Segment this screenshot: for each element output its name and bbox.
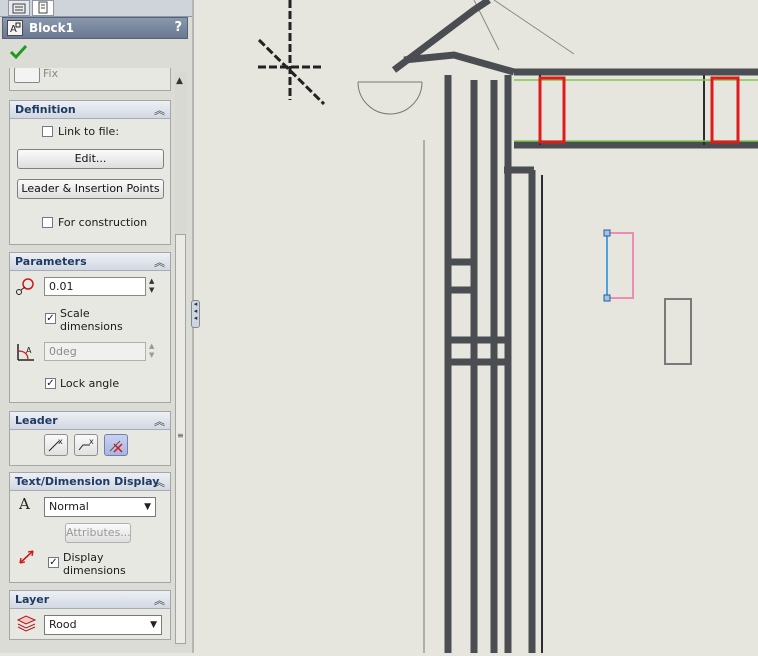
layer-group: Layer ︽ Rood ▼ <box>9 590 171 640</box>
panel-tabs <box>0 0 192 17</box>
edit-button[interactable]: Edit... <box>17 149 164 169</box>
panel-collapse-grip[interactable]: ◂ ◂ ◂ <box>191 300 200 328</box>
star-symbol <box>257 0 326 106</box>
drawing-svg[interactable] <box>194 0 758 653</box>
sketch-handle[interactable] <box>603 294 611 302</box>
for-construction-checkbox[interactable] <box>42 217 53 228</box>
gray-block[interactable] <box>664 298 692 365</box>
panel-scrollbar[interactable]: ▲ ≡ <box>175 72 186 647</box>
scale-icon <box>16 278 34 295</box>
font-style-select[interactable]: Normal ▼ <box>44 497 156 517</box>
leader-style-2-button[interactable]: x <box>74 434 98 456</box>
tab-property-manager[interactable] <box>32 0 54 16</box>
text-display-header[interactable]: Text/Dimension Display ︽ <box>10 473 170 491</box>
scale-dimensions-label: Scale dimensions <box>60 307 123 333</box>
leader-style-1-button[interactable]: x <box>44 434 68 456</box>
layer-select[interactable]: Rood ▼ <box>44 615 162 635</box>
definition-header[interactable]: Definition ︽ <box>10 101 170 119</box>
help-button[interactable]: ? <box>174 20 182 35</box>
definition-title: Definition <box>15 103 76 116</box>
block-icon: A <box>7 20 23 36</box>
angle-icon: A <box>17 344 34 361</box>
chevron-down-icon: ▼ <box>150 620 157 630</box>
link-to-file-label: Link to file: <box>58 125 120 138</box>
dimension-display-icon <box>19 550 34 564</box>
feature-tree-icon <box>12 3 26 14</box>
panel-title: Block1 <box>29 21 74 35</box>
collapse-icon[interactable]: ︽ <box>154 254 165 270</box>
parameters-title: Parameters <box>15 255 87 268</box>
scale-spinner[interactable]: ▲ ▼ <box>149 277 159 296</box>
for-construction-label: For construction <box>58 216 148 229</box>
font-icon: A <box>18 495 30 513</box>
svg-text:A: A <box>18 495 30 513</box>
collapse-icon[interactable]: ︽ <box>154 474 165 490</box>
property-manager-panel: A Block1 ? Fix Definition ︽ Link to file… <box>0 0 193 653</box>
grip-lines-icon: ≡ <box>177 431 184 440</box>
leader-straight-icon: x <box>48 437 63 452</box>
display-dimensions-checkbox[interactable]: ✓ <box>48 557 59 568</box>
leader-title: Leader <box>15 414 58 427</box>
drawing-canvas[interactable] <box>194 0 758 653</box>
leader-bent-icon: x <box>78 437 94 451</box>
leader-header[interactable]: Leader ︽ <box>10 412 170 430</box>
panel-scroll-area: Fix Definition ︽ Link to file: Edit... L… <box>9 68 173 653</box>
parameters-group: Parameters ︽ 0.01 ▲ ▼ ✓ Scale dimensions … <box>9 252 171 403</box>
partial-group: Fix <box>9 68 171 91</box>
collapse-icon[interactable]: ︽ <box>154 592 165 608</box>
display-dimensions-label: Display dimensions <box>63 551 126 577</box>
scroll-up-icon[interactable]: ▲ <box>176 76 183 86</box>
fix-button[interactable] <box>14 68 40 83</box>
leader-none-button[interactable] <box>104 434 128 456</box>
lock-angle-label: Lock angle <box>60 377 120 390</box>
leader-insertion-points-button[interactable]: Leader & Insertion Points <box>17 179 164 199</box>
svg-text:A: A <box>26 346 32 355</box>
scale-input[interactable]: 0.01 <box>44 277 146 296</box>
ok-check-icon <box>9 44 28 60</box>
angle-spinner[interactable]: ▲ ▼ <box>149 342 159 361</box>
no-leader-icon <box>109 440 123 453</box>
font-style-value: Normal <box>49 500 89 513</box>
angle-input[interactable]: 0deg <box>44 342 146 361</box>
text-display-title: Text/Dimension Display <box>15 475 160 488</box>
layer-icon <box>16 615 37 632</box>
leader-group: Leader ︽ x x <box>9 411 171 466</box>
property-manager-icon <box>38 1 48 14</box>
attributes-button[interactable]: Attributes... <box>65 523 131 543</box>
door-arc <box>357 81 423 115</box>
panel-titlebar: A Block1 ? <box>2 17 188 39</box>
svg-text:x: x <box>58 437 63 446</box>
link-to-file-checkbox[interactable] <box>42 126 53 137</box>
selected-block-outline[interactable] <box>710 76 740 144</box>
ok-button[interactable] <box>8 42 32 64</box>
definition-group: Definition ︽ Link to file: Edit... Leade… <box>9 100 171 245</box>
layer-title: Layer <box>15 593 50 606</box>
text-display-group: Text/Dimension Display ︽ A Normal ▼ Attr… <box>9 472 171 583</box>
parameters-header[interactable]: Parameters ︽ <box>10 253 170 271</box>
collapse-icon[interactable]: ︽ <box>154 413 165 429</box>
selected-block-outline[interactable] <box>538 76 566 144</box>
layer-header[interactable]: Layer ︽ <box>10 591 170 609</box>
thin-line <box>493 0 575 55</box>
tab-feature-tree[interactable] <box>8 0 30 16</box>
layer-value: Rood <box>49 618 77 631</box>
svg-text:x: x <box>89 437 94 446</box>
scale-dimensions-checkbox[interactable]: ✓ <box>45 313 56 324</box>
sketch-edge-pink[interactable] <box>607 232 634 299</box>
collapse-icon[interactable]: ︽ <box>154 102 165 118</box>
lock-angle-checkbox[interactable]: ✓ <box>45 378 56 389</box>
chevron-down-icon: ▼ <box>144 502 151 512</box>
sketch-handle[interactable] <box>603 229 611 237</box>
fix-label: Fix <box>43 68 59 80</box>
